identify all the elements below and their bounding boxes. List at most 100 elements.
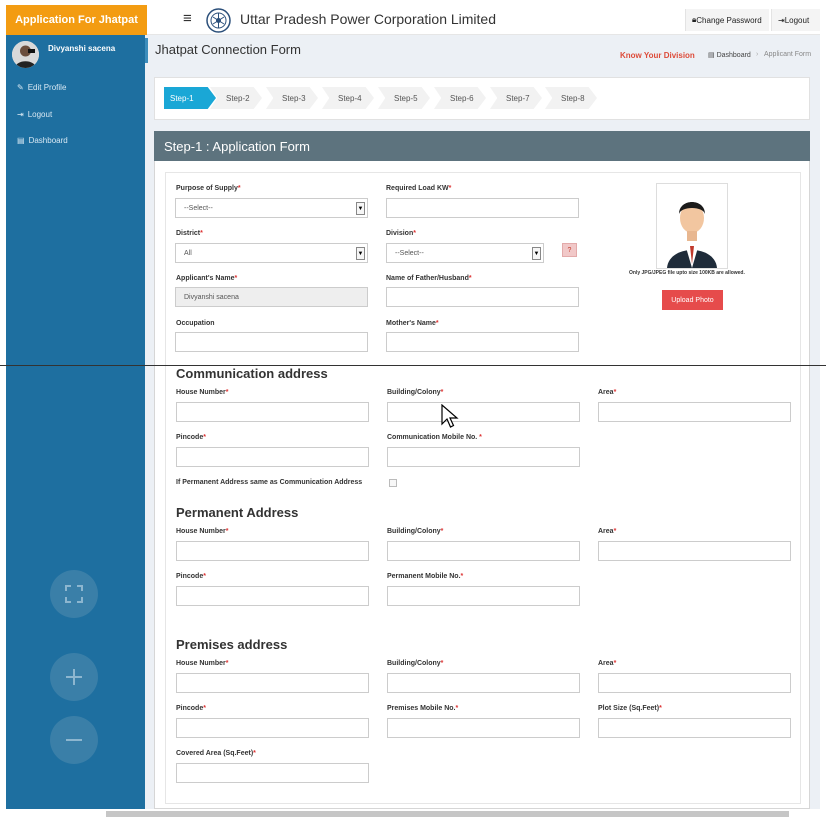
header-accent bbox=[145, 38, 148, 63]
district-select-value: All bbox=[184, 249, 192, 257]
covered-area-input[interactable] bbox=[176, 763, 369, 783]
corporation-logo bbox=[206, 8, 231, 33]
division-select[interactable]: --Select-- ▼ bbox=[386, 243, 544, 263]
user-name: Divyanshi sacena bbox=[48, 44, 116, 53]
step-8-tab[interactable]: Step-8 bbox=[545, 87, 597, 109]
sidebar-item-logout[interactable]: ⇥ Logout bbox=[17, 110, 52, 119]
dashboard-icon: ▤ bbox=[708, 52, 717, 59]
sidebar-item-edit-profile[interactable]: ✎ Edit Profile bbox=[17, 83, 66, 92]
step-2-tab[interactable]: Step-2 bbox=[210, 87, 262, 109]
perm-house-label: House Number* bbox=[176, 528, 229, 535]
comm-area-label: Area* bbox=[598, 389, 617, 396]
dropdown-arrow-icon: ▼ bbox=[356, 202, 365, 215]
mouse-cursor-icon bbox=[441, 403, 459, 430]
perm-area-input[interactable] bbox=[598, 541, 791, 561]
division-select-value: --Select-- bbox=[395, 249, 424, 257]
edit-icon: ✎ bbox=[17, 83, 24, 92]
comm-house-label: House Number* bbox=[176, 389, 229, 396]
page-title: Jhatpat Connection Form bbox=[155, 42, 301, 57]
breadcrumb-separator: › bbox=[756, 51, 759, 58]
covered-area-label: Covered Area (Sq.Feet)* bbox=[176, 750, 256, 757]
plot-size-label: Plot Size (Sq.Feet)* bbox=[598, 705, 662, 712]
prem-mobile-input[interactable] bbox=[387, 718, 580, 738]
comm-house-input[interactable] bbox=[176, 402, 369, 422]
division-help-button[interactable]: ? bbox=[562, 243, 577, 257]
horizontal-scrollbar[interactable] bbox=[106, 811, 789, 817]
perm-area-label: Area* bbox=[598, 528, 617, 535]
prem-house-input[interactable] bbox=[176, 673, 369, 693]
same-address-label: If Permanent Address same as Communicati… bbox=[176, 479, 363, 486]
logout-icon: ⇥ bbox=[17, 110, 24, 119]
sidebar-item-label: Edit Profile bbox=[27, 83, 67, 92]
step-3-tab[interactable]: Step-3 bbox=[266, 87, 318, 109]
sidebar-item-label: Logout bbox=[27, 110, 53, 119]
know-your-division-link[interactable]: Know Your Division bbox=[620, 51, 695, 60]
step-4-tab[interactable]: Step-4 bbox=[322, 87, 374, 109]
applicant-name-value: Divyanshi sacena bbox=[184, 293, 239, 301]
step-6-tab[interactable]: Step-6 bbox=[434, 87, 486, 109]
app-title: Uttar Pradesh Power Corporation Limited bbox=[240, 11, 497, 27]
occupation-label: Occupation bbox=[176, 320, 215, 327]
district-select[interactable]: All ▼ bbox=[175, 243, 368, 263]
comm-mobile-input[interactable] bbox=[387, 447, 580, 467]
minus-icon bbox=[66, 739, 82, 741]
sidebar-item-dashboard[interactable]: ▤ Dashboard bbox=[17, 136, 68, 145]
change-password-link[interactable]: 🔒︎ Change Password bbox=[685, 9, 769, 31]
breadcrumb-dashboard-label: Dashboard bbox=[716, 52, 751, 59]
purpose-select-value: --Select-- bbox=[184, 204, 213, 212]
dropdown-arrow-icon: ▼ bbox=[532, 247, 541, 260]
comm-pincode-input[interactable] bbox=[176, 447, 369, 467]
comm-building-input[interactable] bbox=[387, 402, 580, 422]
mother-name-input[interactable] bbox=[386, 332, 579, 352]
fullscreen-button[interactable] bbox=[50, 570, 98, 618]
comm-pincode-label: Pincode* bbox=[176, 434, 206, 441]
load-label: Required Load KW* bbox=[386, 185, 452, 192]
step-5-tab[interactable]: Step-5 bbox=[378, 87, 430, 109]
occupation-input[interactable] bbox=[175, 332, 368, 352]
form-title: Step-1 : Application Form bbox=[154, 131, 810, 161]
applicant-name-input[interactable]: Divyanshi sacena bbox=[175, 287, 368, 307]
same-address-checkbox[interactable] bbox=[389, 479, 397, 487]
prem-pincode-input[interactable] bbox=[176, 718, 369, 738]
father-name-label: Name of Father/Husband* bbox=[386, 275, 472, 282]
photo-placeholder bbox=[656, 183, 728, 269]
zoom-out-button[interactable] bbox=[50, 716, 98, 764]
perm-house-input[interactable] bbox=[176, 541, 369, 561]
horizontal-guide-line bbox=[0, 365, 826, 366]
logout-label: Logout bbox=[784, 15, 810, 25]
logout-link[interactable]: ⇥ Logout bbox=[771, 9, 820, 31]
prem-house-label: House Number* bbox=[176, 660, 229, 667]
sidebar-item-label: Dashboard bbox=[28, 136, 68, 145]
perm-pincode-input[interactable] bbox=[176, 586, 369, 606]
perm-building-input[interactable] bbox=[387, 541, 580, 561]
premises-address-title: Premises address bbox=[176, 637, 288, 652]
step-1-tab[interactable]: Step-1 bbox=[164, 87, 216, 109]
step-7-tab[interactable]: Step-7 bbox=[490, 87, 542, 109]
purpose-label: Purpose of Supply* bbox=[176, 185, 241, 192]
perm-mobile-input[interactable] bbox=[387, 586, 580, 606]
prem-building-input[interactable] bbox=[387, 673, 580, 693]
plot-size-input[interactable] bbox=[598, 718, 791, 738]
dropdown-arrow-icon: ▼ bbox=[356, 247, 365, 260]
load-input[interactable] bbox=[386, 198, 579, 218]
prem-pincode-label: Pincode* bbox=[176, 705, 206, 712]
communication-address-title: Communication address bbox=[176, 366, 328, 381]
plus-icon bbox=[66, 669, 82, 685]
comm-mobile-label: Communication Mobile No. * bbox=[387, 434, 482, 441]
prem-mobile-label: Premises Mobile No.* bbox=[387, 705, 459, 712]
perm-mobile-label: Permanent Mobile No.* bbox=[387, 573, 464, 580]
logout-icon: ⇥ bbox=[778, 15, 785, 25]
dashboard-icon: ▤ bbox=[17, 136, 25, 145]
app-brand[interactable]: Application For Jhatpat bbox=[6, 5, 147, 35]
breadcrumb-dashboard[interactable]: ▤ Dashboard bbox=[708, 51, 751, 59]
purpose-select[interactable]: --Select-- ▼ bbox=[175, 198, 368, 218]
permanent-address-title: Permanent Address bbox=[176, 505, 299, 520]
comm-area-input[interactable] bbox=[598, 402, 791, 422]
upload-photo-button[interactable]: Upload Photo bbox=[662, 290, 723, 310]
father-name-input[interactable] bbox=[386, 287, 579, 307]
zoom-in-button[interactable] bbox=[50, 653, 98, 701]
fullscreen-icon bbox=[65, 585, 83, 603]
menu-toggle-icon[interactable]: ≡ bbox=[183, 10, 192, 27]
prem-area-input[interactable] bbox=[598, 673, 791, 693]
comm-building-label: Building/Colony* bbox=[387, 389, 444, 396]
